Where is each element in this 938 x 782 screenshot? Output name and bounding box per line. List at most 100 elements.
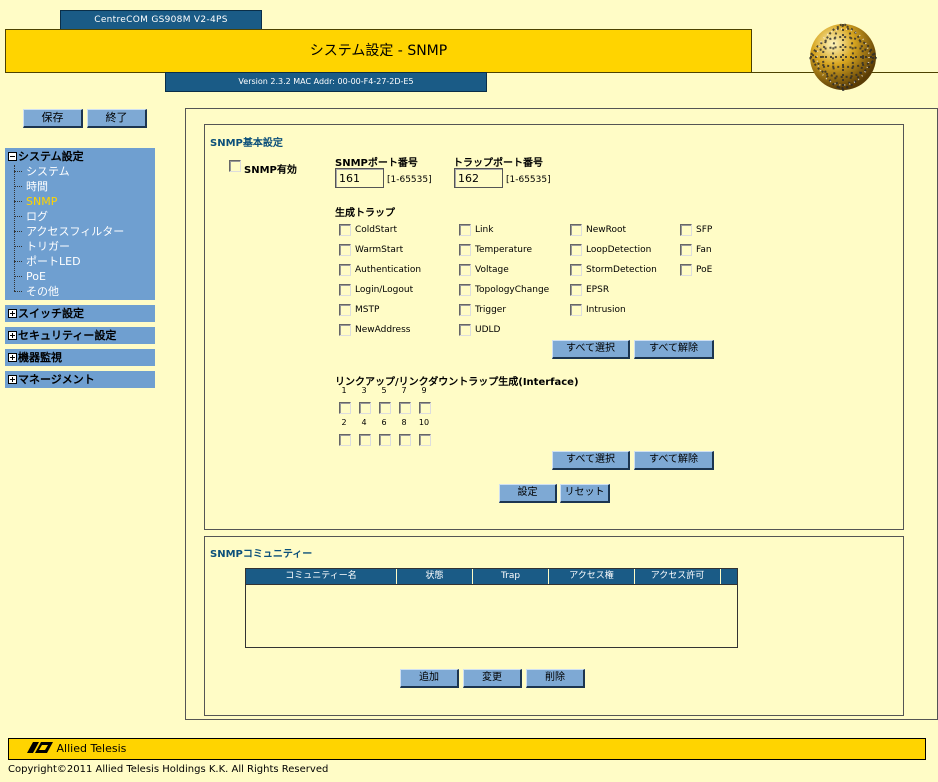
trap-label-trigger: Trigger — [475, 305, 507, 315]
trap-checkbox-stormdetection[interactable] — [570, 264, 582, 276]
trap-label-temperature: Temperature — [475, 245, 533, 255]
port-checkbox-8[interactable] — [399, 434, 411, 446]
trap-label-link: Link — [475, 225, 494, 235]
sidebar-item-time[interactable]: 時間 — [14, 179, 48, 194]
snmp-enable-checkbox[interactable] — [229, 160, 241, 172]
port-number-2: 2 — [341, 418, 347, 427]
allied-telesis-logo-icon — [27, 742, 53, 753]
trap-label-udld: UDLD — [475, 325, 501, 335]
trap-label-mstp: MSTP — [355, 305, 380, 315]
sidebar-item-log[interactable]: ログ — [14, 209, 48, 224]
column-header-status: 状態 — [397, 569, 473, 584]
trap-checkbox-warmstart[interactable] — [339, 244, 351, 256]
link-trap-label: リンクアップ/リンクダウントラップ生成(Interface) — [335, 377, 579, 388]
trap-port-range: [1-65535] — [506, 175, 551, 185]
snmp-port-input[interactable] — [335, 168, 384, 188]
trap-checkbox-temperature[interactable] — [459, 244, 471, 256]
globe-logo-icon — [808, 22, 878, 92]
trap-checkbox-mstp[interactable] — [339, 304, 351, 316]
trap-checkbox-trigger[interactable] — [459, 304, 471, 316]
trap-checkbox-fan[interactable] — [680, 244, 692, 256]
trap-label-newaddress: NewAddress — [355, 325, 411, 335]
port-checkbox-7[interactable] — [399, 402, 411, 414]
port-checkbox-9[interactable] — [419, 402, 431, 414]
sidebar-item-system[interactable]: システム — [14, 164, 70, 179]
exit-button[interactable]: 終了 — [87, 109, 147, 128]
trap-checkbox-link[interactable] — [459, 224, 471, 236]
menu-system-header[interactable]: システム設定 — [8, 148, 84, 165]
modify-button[interactable]: 変更 — [463, 669, 522, 688]
expand-icon[interactable] — [8, 353, 17, 362]
trap-checkbox-authentication[interactable] — [339, 264, 351, 276]
trap-port-label: トラップポート番号 — [453, 158, 543, 169]
menu-monitor-label: 機器監視 — [18, 351, 62, 364]
menu-management[interactable]: マネージメント — [5, 371, 155, 388]
trap-checkbox-epsr[interactable] — [570, 284, 582, 296]
trap-label-sfp: SFP — [696, 225, 713, 235]
delete-button[interactable]: 削除 — [526, 669, 585, 688]
traps-select-all-button[interactable]: すべて選択 — [552, 340, 630, 359]
sidebar-item-trigger[interactable]: トリガー — [14, 239, 70, 254]
sidebar-item-other[interactable]: その他 — [14, 284, 59, 299]
menu-security-settings[interactable]: セキュリティー設定 — [5, 327, 155, 344]
trap-checkbox-loopdetection[interactable] — [570, 244, 582, 256]
trap-checkbox-login-logout[interactable] — [339, 284, 351, 296]
traps-clear-all-button[interactable]: すべて解除 — [634, 340, 714, 359]
snmp-enable-label: SNMP有効 — [244, 165, 297, 176]
port-number-6: 6 — [381, 418, 387, 427]
brand-name: Allied Telesis — [56, 742, 127, 755]
port-checkbox-10[interactable] — [419, 434, 431, 446]
port-number-5: 5 — [381, 386, 387, 395]
expand-icon[interactable] — [8, 375, 17, 384]
sidebar-item-port-led[interactable]: ポートLED — [14, 254, 81, 269]
collapse-icon[interactable] — [8, 152, 17, 161]
set-button[interactable]: 設定 — [499, 484, 557, 503]
menu-switch-settings[interactable]: スイッチ設定 — [5, 305, 155, 322]
reset-button[interactable]: リセット — [560, 484, 610, 503]
column-header-trap: Trap — [473, 569, 549, 584]
expand-icon[interactable] — [8, 309, 17, 318]
trap-checkbox-newaddress[interactable] — [339, 324, 351, 336]
port-number-8: 8 — [401, 418, 407, 427]
port-checkbox-2[interactable] — [339, 434, 351, 446]
add-button[interactable]: 追加 — [400, 669, 459, 688]
copyright-text: Copyright©2011 Allied Telesis Holdings K… — [8, 764, 329, 775]
save-button[interactable]: 保存 — [23, 109, 83, 128]
port-checkbox-6[interactable] — [379, 434, 391, 446]
trap-checkbox-sfp[interactable] — [680, 224, 692, 236]
sidebar-item-snmp[interactable]: SNMP — [14, 194, 57, 209]
menu-system-label: システム設定 — [18, 150, 84, 163]
traps-label: 生成トラップ — [335, 208, 395, 219]
port-checkbox-5[interactable] — [379, 402, 391, 414]
trap-label-loopdetection: LoopDetection — [586, 245, 652, 255]
trap-label-voltage: Voltage — [475, 265, 509, 275]
port-checkbox-1[interactable] — [339, 402, 351, 414]
trap-label-coldstart: ColdStart — [355, 225, 397, 235]
port-checkbox-4[interactable] — [359, 434, 371, 446]
menu-management-label: マネージメント — [18, 373, 95, 386]
expand-icon[interactable] — [8, 331, 17, 340]
port-checkbox-3[interactable] — [359, 402, 371, 414]
trap-checkbox-voltage[interactable] — [459, 264, 471, 276]
community-table-header: コミュニティー名 状態 Trap アクセス権 アクセス許可 — [246, 569, 737, 584]
menu-switch-label: スイッチ設定 — [18, 307, 84, 320]
port-number-10: 10 — [418, 418, 430, 427]
port-number-1: 1 — [341, 386, 347, 395]
trap-port-input[interactable] — [454, 168, 503, 188]
trap-checkbox-topologychange[interactable] — [459, 284, 471, 296]
sidebar-item-poe[interactable]: PoE — [14, 269, 46, 284]
port-number-7: 7 — [401, 386, 407, 395]
trap-label-poe: PoE — [696, 265, 713, 275]
sidebar-item-access-filter[interactable]: アクセスフィルター — [14, 224, 124, 239]
trap-checkbox-newroot[interactable] — [570, 224, 582, 236]
snmp-port-range: [1-65535] — [387, 175, 432, 185]
trap-label-epsr: EPSR — [586, 285, 610, 295]
trap-checkbox-intrusion[interactable] — [570, 304, 582, 316]
trap-checkbox-poe[interactable] — [680, 264, 692, 276]
menu-device-monitor[interactable]: 機器監視 — [5, 349, 155, 366]
trap-checkbox-udld[interactable] — [459, 324, 471, 336]
ports-select-all-button[interactable]: すべて選択 — [552, 451, 630, 470]
snmp-port-label: SNMPポート番号 — [335, 158, 418, 169]
ports-clear-all-button[interactable]: すべて解除 — [634, 451, 714, 470]
trap-checkbox-coldstart[interactable] — [339, 224, 351, 236]
